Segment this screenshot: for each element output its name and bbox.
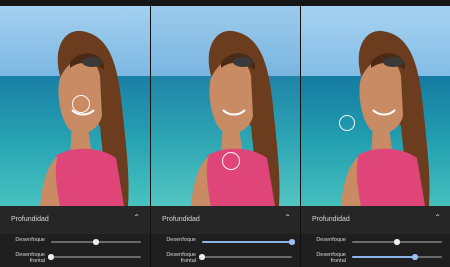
comparison-panel-2: Profundidad ⌃ Desenfoque Desenfoque fron… [150,0,301,267]
front-blur-slider-fill [352,256,415,258]
blur-slider-track[interactable] [352,239,442,245]
comparison-panel-3: Profundidad ⌃ Desenfoque Desenfoque fron… [300,0,450,267]
section-title: Profundidad [162,216,200,223]
slider-row-blur: Desenfoque [0,236,150,248]
photo-preview[interactable] [0,6,150,206]
depth-controls: Profundidad ⌃ Desenfoque Desenfoque fron… [151,206,301,267]
comparison-panel-1: Profundidad ⌃ Desenfoque Desenfoque fron… [0,0,150,267]
portrait-photo [301,6,450,206]
depth-section-header[interactable]: Profundidad ⌃ [151,206,301,234]
slider-row-blur: Desenfoque [301,236,450,248]
front-blur-slider-thumb[interactable] [412,254,418,260]
slider-row-front-blur: Desenfoque frontal [0,251,150,264]
chevron-up-icon[interactable]: ⌃ [434,214,441,222]
blur-slider-track[interactable] [202,239,295,245]
front-blur-slider-track[interactable] [199,254,292,260]
chevron-up-icon[interactable]: ⌃ [133,214,140,222]
portrait-photo [151,6,301,206]
focus-point-marker[interactable] [222,152,240,170]
focus-point-marker[interactable] [72,95,90,113]
front-blur-slider-thumb[interactable] [199,254,205,260]
slider-label: Desenfoque frontal [316,252,346,264]
blur-slider-track[interactable] [51,239,141,245]
photo-preview[interactable] [301,6,450,206]
chevron-up-icon[interactable]: ⌃ [284,214,291,222]
slider-label: Desenfoque [15,237,45,243]
photo-preview[interactable] [151,6,301,206]
slider-label: Desenfoque [316,237,346,243]
section-title: Profundidad [312,216,350,223]
blur-slider-fill [202,241,292,243]
front-blur-slider-thumb[interactable] [48,254,54,260]
slider-row-blur: Desenfoque [151,236,301,248]
slider-label: Desenfoque frontal [166,252,196,264]
blur-slider-thumb[interactable] [93,239,99,245]
blur-slider-thumb[interactable] [289,239,295,245]
blur-slider-thumb[interactable] [394,239,400,245]
depth-controls: Profundidad ⌃ Desenfoque Desenfoque fron… [301,206,450,267]
depth-section-header[interactable]: Profundidad ⌃ [0,206,150,234]
section-title: Profundidad [11,216,49,223]
slider-row-front-blur: Desenfoque frontal [151,251,301,264]
front-blur-slider-track[interactable] [352,254,442,260]
slider-label: Desenfoque frontal [15,252,45,264]
depth-section-header[interactable]: Profundidad ⌃ [301,206,450,234]
front-blur-slider-track[interactable] [48,254,141,260]
slider-label: Desenfoque [166,237,196,243]
slider-row-front-blur: Desenfoque frontal [301,251,450,264]
depth-controls: Profundidad ⌃ Desenfoque Desenfoque fron… [0,206,150,267]
focus-point-marker[interactable] [339,115,355,131]
